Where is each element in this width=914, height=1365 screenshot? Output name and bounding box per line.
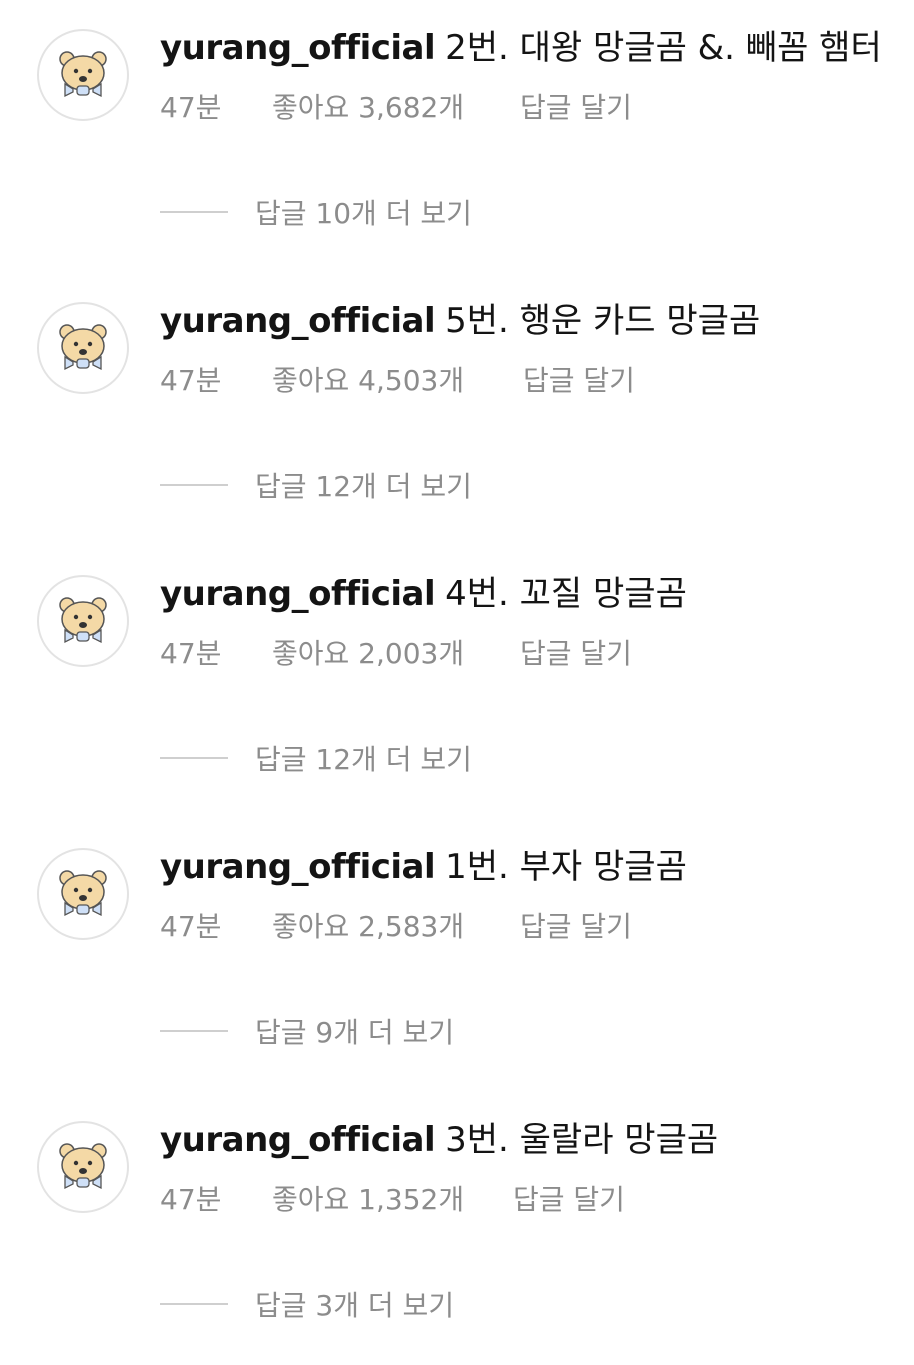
bear-mascot-icon: [59, 870, 107, 917]
bear-mascot-icon: [59, 597, 107, 644]
comment-text: 3번. 울랄라 망글곰: [445, 1120, 719, 1160]
comment-username[interactable]: yurang_official: [160, 1120, 436, 1160]
avatar[interactable]: [37, 302, 129, 394]
divider-line: [160, 484, 228, 486]
comment-text: 4번. 꼬질 망글곰: [445, 574, 687, 614]
comment-line: yurang_official 4번. 꼬질 망글곰: [160, 572, 687, 616]
avatar[interactable]: [37, 848, 129, 940]
comment-time: 47분: [160, 91, 222, 124]
comment-username[interactable]: yurang_official: [160, 28, 436, 68]
comment-line: yurang_official 2번. 대왕 망글곰 &. 빼꼼 햄터: [160, 26, 882, 70]
comment-item: yurang_official 5번. 행운 카드 망글곰 47분 좋아요 4,5…: [0, 273, 914, 546]
reply-button[interactable]: 답글 달기: [520, 635, 632, 673]
avatar[interactable]: [37, 575, 129, 667]
comment-line: yurang_official 5번. 행운 카드 망글곰: [160, 299, 760, 343]
divider-line: [160, 1030, 228, 1032]
comment-line: yurang_official 3번. 울랄라 망글곰: [160, 1118, 718, 1162]
view-replies-label: 답글 12개 더 보기: [255, 470, 472, 503]
divider-line: [160, 757, 228, 759]
comment-time: 47분: [160, 637, 222, 670]
comment-time: 47분: [160, 1183, 222, 1216]
comment-time: 47분: [160, 910, 222, 943]
comment-likes[interactable]: 좋아요 2,583개: [272, 908, 464, 946]
comment-time: 47분: [160, 364, 222, 397]
view-replies-label: 답글 3개 더 보기: [255, 1289, 455, 1322]
comment-likes[interactable]: 좋아요 2,003개: [272, 635, 464, 673]
reply-button[interactable]: 답글 달기: [520, 89, 632, 127]
reply-button[interactable]: 답글 달기: [520, 908, 632, 946]
comment-item: yurang_official 4번. 꼬질 망글곰 47분 좋아요 2,003개…: [0, 546, 914, 819]
view-replies-button[interactable]: 답글 12개 더 보기: [160, 465, 472, 505]
view-replies-button[interactable]: 답글 9개 더 보기: [160, 1011, 454, 1051]
avatar[interactable]: [37, 1121, 129, 1213]
comment-username[interactable]: yurang_official: [160, 574, 436, 614]
divider-line: [160, 1303, 228, 1305]
comment-likes[interactable]: 좋아요 1,352개: [272, 1181, 464, 1219]
comment-item: yurang_official 2번. 대왕 망글곰 &. 빼꼼 햄터 47분 좋…: [0, 0, 914, 273]
comment-item: yurang_official 1번. 부자 망글곰 47분 좋아요 2,583개…: [0, 819, 914, 1092]
comment-line: yurang_official 1번. 부자 망글곰: [160, 845, 687, 889]
view-replies-button[interactable]: 답글 3개 더 보기: [160, 1284, 454, 1324]
divider-line: [160, 211, 228, 213]
bear-mascot-icon: [59, 51, 107, 98]
view-replies-label: 답글 9개 더 보기: [255, 1016, 455, 1049]
comment-text: 5번. 행운 카드 망글곰: [445, 301, 761, 341]
view-replies-label: 답글 12개 더 보기: [255, 743, 472, 776]
comment-likes[interactable]: 좋아요 4,503개: [272, 362, 464, 400]
comment-likes[interactable]: 좋아요 3,682개: [272, 89, 464, 127]
comment-item: yurang_official 3번. 울랄라 망글곰 47분 좋아요 1,352…: [0, 1092, 914, 1365]
reply-button[interactable]: 답글 달기: [513, 1181, 625, 1219]
bear-mascot-icon: [59, 1143, 107, 1190]
comment-text: 2번. 대왕 망글곰 &. 빼꼼 햄터: [445, 28, 882, 68]
view-replies-label: 답글 10개 더 보기: [255, 197, 472, 230]
view-replies-button[interactable]: 답글 10개 더 보기: [160, 192, 472, 232]
view-replies-button[interactable]: 답글 12개 더 보기: [160, 738, 472, 778]
bear-mascot-icon: [59, 324, 107, 371]
comment-username[interactable]: yurang_official: [160, 301, 436, 341]
avatar[interactable]: [37, 29, 129, 121]
reply-button[interactable]: 답글 달기: [523, 362, 635, 400]
comment-text: 1번. 부자 망글곰: [445, 847, 687, 887]
comment-username[interactable]: yurang_official: [160, 847, 436, 887]
